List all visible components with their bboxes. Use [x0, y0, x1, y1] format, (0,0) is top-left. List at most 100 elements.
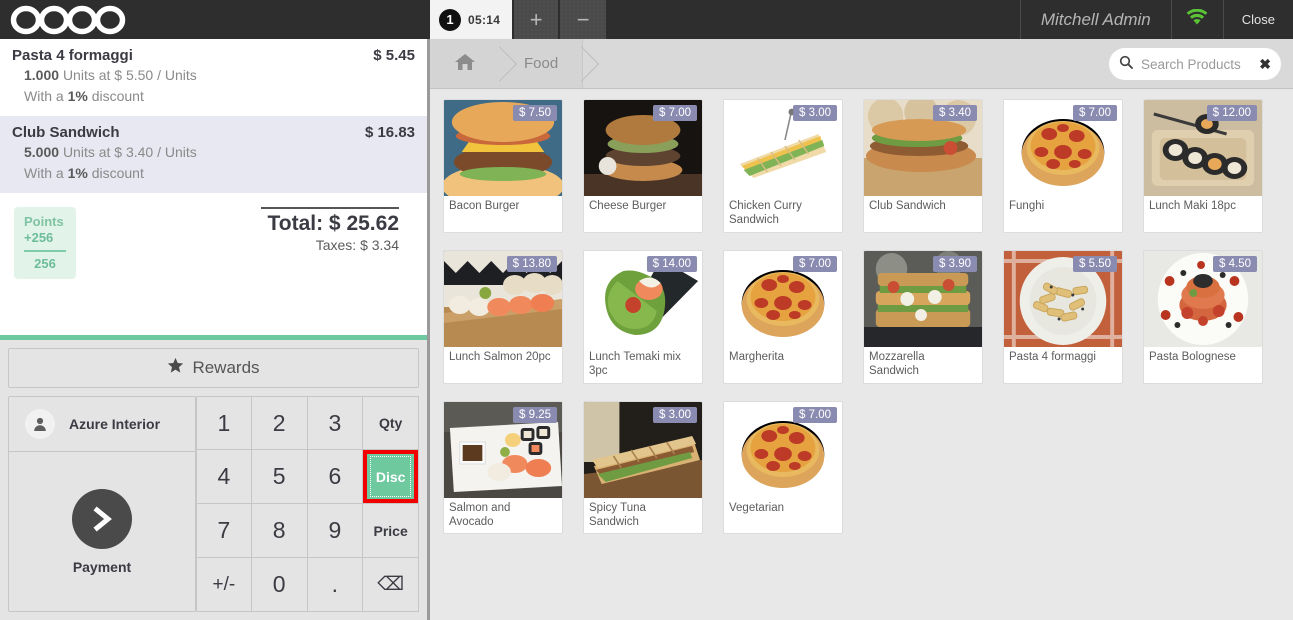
product-card[interactable]: $ 14.00 Lunch Temaki mix 3pc	[583, 249, 703, 384]
order-time: 05:14	[468, 12, 501, 27]
numpad-disc-label: Disc	[375, 468, 406, 485]
numpad-backspace-button[interactable]: ⌫	[363, 558, 419, 612]
numpad-key-1[interactable]: 1	[196, 396, 252, 450]
discount-prefix: With a	[24, 164, 64, 181]
product-name: Mozzarella Sandwich	[869, 350, 925, 378]
numpad-key-7[interactable]: 7	[196, 504, 252, 558]
order-line[interactable]: Pasta 4 formaggi $ 5.45 1.000 Units at $…	[0, 39, 427, 116]
product-price-badge: $ 4.50	[1213, 255, 1257, 272]
product-card[interactable]: $ 7.00 Margherita	[723, 249, 843, 384]
numpad-key-8[interactable]: 8	[251, 504, 308, 558]
numpad-key-4[interactable]: 4	[196, 450, 252, 504]
main-area: Pasta 4 formaggi $ 5.45 1.000 Units at $…	[0, 39, 1293, 620]
product-card[interactable]: $ 4.50 Pasta Bolognese	[1143, 249, 1263, 384]
discount-suffix: discount	[91, 164, 144, 181]
product-card[interactable]: $ 13.80 Lunch Salmon 20pc	[443, 249, 563, 384]
order-tab[interactable]: 1 05:14	[430, 0, 513, 39]
set-customer-button[interactable]: Azure Interior	[9, 397, 195, 452]
product-card[interactable]: $ 3.40 Club Sandwich	[863, 99, 983, 233]
star-icon	[167, 357, 184, 379]
points-total: 256	[34, 256, 56, 272]
catalog-header: Food ✖	[430, 39, 1293, 89]
customer-name: Azure Interior	[69, 416, 161, 432]
user-name: Mitchell Admin	[1040, 9, 1151, 29]
product-image: $ 7.50	[444, 100, 562, 196]
payment-button[interactable]: Payment	[9, 452, 195, 611]
search-icon	[1119, 55, 1133, 74]
order-panel: Pasta 4 formaggi $ 5.45 1.000 Units at $…	[0, 39, 430, 620]
product-card[interactable]: $ 3.00 Spicy Tuna Sandwich	[583, 400, 703, 535]
odoo-logo-zone	[0, 0, 430, 39]
product-name: Lunch Salmon 20pc	[449, 350, 551, 363]
product-card[interactable]: $ 5.50 Pasta 4 formaggi	[1003, 249, 1123, 384]
search-box[interactable]: ✖	[1109, 48, 1281, 80]
product-card[interactable]: $ 3.90 Mozzarella Sandwich	[863, 249, 983, 384]
product-card[interactable]: $ 7.00 Cheese Burger	[583, 99, 703, 233]
connection-status[interactable]	[1172, 0, 1224, 39]
product-price-badge: $ 7.00	[653, 105, 697, 121]
product-name: Pasta 4 formaggi	[1009, 350, 1096, 363]
numpad-key-5[interactable]: 5	[251, 450, 308, 504]
user-menu[interactable]: Mitchell Admin	[1019, 0, 1172, 39]
product-card[interactable]: $ 9.25 Salmon and Avocado	[443, 400, 563, 535]
numpad-key-9[interactable]: 9	[307, 504, 364, 558]
product-image: $ 5.50	[1004, 250, 1122, 347]
discount-suffix: discount	[91, 87, 144, 104]
product-image: $ 3.00	[724, 100, 842, 196]
numpad-key-0[interactable]: 0	[251, 558, 308, 612]
product-price-badge: $ 12.00	[1206, 105, 1257, 121]
numpad-disc-button[interactable]: Disc	[363, 450, 418, 503]
order-line-name: Club Sandwich	[12, 123, 120, 141]
product-image: $ 12.00	[1144, 100, 1262, 196]
close-button[interactable]: Close	[1224, 0, 1293, 39]
rewards-button[interactable]: Rewards	[8, 348, 419, 388]
rewards-label: Rewards	[192, 358, 260, 377]
product-card[interactable]: $ 7.50 Bacon Burger	[443, 99, 563, 233]
delete-order-button[interactable]: −	[560, 0, 609, 39]
order-line-qty: 5.000 Units at $ 3.40 / Units	[12, 143, 415, 162]
product-card[interactable]: $ 3.00 Chicken Curry Sandwich	[723, 99, 843, 233]
numpad-key-3[interactable]: 3	[307, 396, 364, 450]
discount-value: 1%	[67, 87, 88, 104]
product-price-badge: $ 7.00	[793, 406, 837, 423]
numpad-key-6[interactable]: 6	[307, 450, 364, 504]
search-input[interactable]	[1141, 56, 1252, 72]
product-card[interactable]: $ 12.00 Lunch Maki 18pc	[1143, 99, 1263, 233]
order-line-price: $ 5.45	[373, 47, 415, 64]
discount-prefix: With a	[24, 87, 64, 104]
order-line-qty: 1.000 Units at $ 5.50 / Units	[12, 66, 415, 85]
wifi-icon	[1186, 8, 1208, 31]
product-image: $ 7.00	[724, 401, 842, 498]
numpad-price-button[interactable]: Price	[363, 504, 419, 558]
breadcrumb-home[interactable]	[430, 39, 500, 88]
product-card[interactable]: $ 7.00 Vegetarian	[723, 400, 843, 535]
product-name: Cheese Burger	[589, 200, 667, 212]
payment-label: Payment	[72, 558, 132, 575]
numpad-keys: 1 2 3 Qty 4 5 6 Disc 7 8 9 Price +/- 0 .…	[196, 396, 419, 612]
product-price-badge: $ 3.00	[653, 406, 697, 423]
close-icon[interactable]: ✖	[1259, 57, 1271, 71]
order-line-discount: With a 1% discount	[12, 164, 415, 183]
numpad-sign-button[interactable]: +/-	[196, 558, 252, 612]
product-price-badge: $ 7.00	[1073, 105, 1117, 121]
product-name: Lunch Maki 18pc	[1149, 200, 1236, 212]
new-order-button[interactable]: +	[512, 0, 561, 39]
numpad-decimal-button[interactable]: .	[307, 558, 364, 612]
product-price-badge: $ 5.50	[1073, 255, 1117, 272]
order-number-badge: 1	[439, 8, 461, 31]
home-icon	[454, 52, 476, 76]
order-line-name: Pasta 4 formaggi	[12, 47, 133, 64]
order-total: Total: $ 25.62	[267, 211, 400, 235]
product-price-badge: $ 3.90	[933, 255, 977, 272]
order-line-header: Club Sandwich $ 16.83	[12, 124, 415, 141]
product-card[interactable]: $ 7.00 Funghi	[1003, 99, 1123, 233]
order-line-price: $ 16.83	[364, 123, 415, 141]
order-line[interactable]: Club Sandwich $ 16.83 5.000 Units at $ 3…	[0, 115, 427, 193]
action-pad: Rewards Azure Interior Payment 1 2 3 Qty…	[0, 340, 427, 620]
numpad-key-2[interactable]: 2	[251, 396, 308, 450]
product-image: $ 9.25	[444, 401, 562, 498]
order-line-discount: With a 1% discount	[12, 87, 415, 106]
points-title: Points	[24, 213, 64, 229]
totals-divider	[261, 206, 399, 209]
numpad-qty-button[interactable]: Qty	[363, 396, 419, 450]
